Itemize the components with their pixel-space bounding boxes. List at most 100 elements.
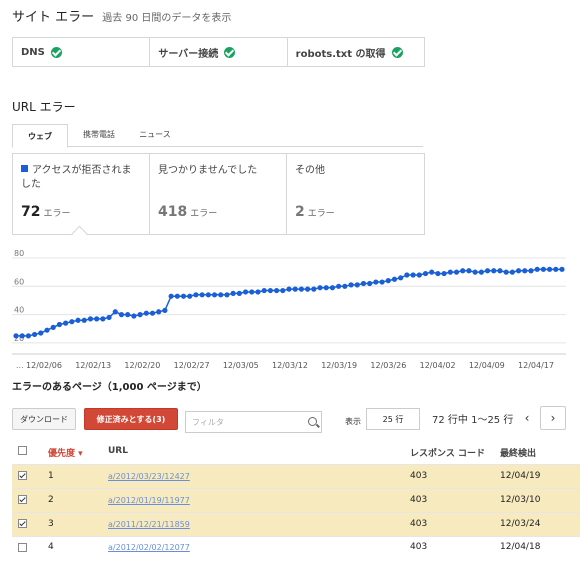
prev-page-button[interactable]: ‹	[514, 406, 540, 430]
priority-column-header[interactable]: 優先度 ▾	[48, 446, 83, 459]
row-checkbox[interactable]	[18, 495, 27, 504]
response-column-header[interactable]: レスポンス コード	[410, 446, 485, 459]
show-label: 表示	[345, 417, 361, 426]
data-point	[87, 316, 94, 322]
priority-cell: 2	[48, 495, 54, 505]
stat-access-denied[interactable]: アクセスが拒否されました 72 エラー	[13, 154, 150, 234]
url-link[interactable]: a/2012/02/02/12077	[108, 543, 190, 552]
data-point	[398, 275, 404, 281]
search-icon[interactable]	[308, 417, 317, 426]
data-point	[19, 333, 25, 339]
data-point	[75, 317, 81, 323]
data-point	[149, 310, 156, 316]
priority-cell: 4	[48, 542, 54, 552]
detected-column-header[interactable]: 最終検出	[500, 446, 536, 459]
chevron-left-icon: ‹	[524, 411, 530, 425]
data-point	[404, 272, 410, 278]
url-error-tabs: ウェブ 携帯電話 ニュース	[12, 124, 423, 148]
data-point	[286, 286, 292, 292]
data-point	[298, 286, 305, 292]
url-link[interactable]: a/2011/12/21/11859	[108, 520, 190, 529]
x-tick-label: 12/02/13	[75, 361, 111, 370]
data-point	[156, 309, 162, 315]
data-point	[354, 282, 360, 288]
tab-news[interactable]: ニュース	[128, 124, 182, 145]
data-point	[497, 268, 503, 274]
response-cell: 403	[410, 495, 428, 505]
x-tick-label: 12/03/12	[272, 361, 308, 370]
data-point	[38, 330, 44, 336]
data-point	[13, 333, 19, 339]
series-line	[16, 268, 562, 337]
data-point	[69, 319, 75, 325]
next-page-button[interactable]: ›	[540, 406, 566, 430]
url-link[interactable]: a/2012/03/23/12427	[108, 472, 190, 481]
data-point	[534, 266, 540, 272]
stat-count: 418	[158, 204, 188, 220]
site-error-label: サーバー接続	[158, 48, 219, 60]
site-error-server[interactable]: サーバー接続	[150, 38, 288, 66]
url-column-header[interactable]: URL	[108, 446, 128, 456]
data-point	[435, 270, 441, 277]
rows-per-page-select[interactable]: 25 行	[366, 408, 420, 430]
x-tick-ellipsis: ...	[16, 361, 24, 370]
data-point	[125, 312, 131, 318]
data-point	[56, 321, 63, 328]
row-checkbox[interactable]	[18, 519, 27, 528]
stat-other[interactable]: その他 2 エラー	[287, 154, 424, 234]
data-point	[81, 317, 87, 323]
data-point	[472, 269, 478, 275]
data-point	[379, 279, 385, 285]
y-tick-label: 60	[14, 277, 24, 286]
filter-input[interactable]: フィルタ	[185, 411, 322, 433]
url-link[interactable]: a/2012/01/19/11977	[108, 496, 190, 505]
data-point	[540, 266, 546, 272]
column-label: 優先度	[48, 449, 76, 459]
series-color-swatch	[21, 165, 28, 172]
stat-not-found[interactable]: 見つかりませんでした 418 エラー	[150, 154, 287, 234]
download-button[interactable]: ダウンロード	[12, 408, 76, 430]
url-errors-title: URL エラー	[12, 100, 76, 114]
stat-count: 72	[21, 204, 41, 220]
table-row[interactable]: 1 a/2012/03/23/12427 403 12/04/19	[12, 464, 580, 489]
data-point	[280, 287, 286, 294]
select-all-checkbox[interactable]	[18, 446, 27, 455]
data-point	[44, 327, 50, 333]
row-checkbox[interactable]	[18, 471, 27, 480]
data-point	[367, 280, 373, 287]
data-point	[373, 279, 379, 285]
data-point	[441, 270, 447, 277]
data-point	[131, 313, 137, 319]
data-point	[360, 280, 367, 287]
site-error-dns[interactable]: DNS	[13, 38, 151, 66]
data-point	[515, 268, 522, 274]
x-tick-label: 12/02/06	[26, 361, 62, 370]
stat-label: アクセスが拒否されました	[21, 165, 132, 190]
table-row[interactable]: 2 a/2012/01/19/11977 403 12/03/10	[12, 488, 580, 513]
data-point	[230, 290, 236, 296]
tab-web[interactable]: ウェブ	[12, 124, 68, 148]
y-tick-label: 40	[14, 306, 24, 315]
data-point	[422, 270, 429, 277]
x-tick-label: 12/04/17	[518, 361, 554, 370]
data-point	[118, 312, 125, 318]
table-row[interactable]: 3 a/2011/12/21/11859 403 12/03/24	[12, 512, 580, 537]
data-point	[63, 320, 69, 326]
data-point	[416, 272, 422, 278]
tab-mobile[interactable]: 携帯電話	[72, 124, 126, 145]
data-point	[478, 269, 484, 275]
x-tick-label: 12/03/19	[321, 361, 357, 370]
site-error-robots[interactable]: robots.txt の取得	[288, 38, 424, 66]
table-row[interactable]: 4 a/2012/02/02/12077 403 12/04/18	[12, 536, 580, 561]
mark-fixed-button[interactable]: 修正済みとする(3)	[84, 408, 178, 430]
data-point	[329, 285, 336, 291]
data-point	[553, 266, 559, 272]
data-point	[143, 310, 149, 316]
data-point	[168, 293, 174, 299]
row-checkbox[interactable]	[18, 543, 27, 552]
data-point	[385, 278, 391, 284]
check-icon	[391, 46, 403, 58]
stat-count: 2	[295, 204, 305, 220]
data-point	[267, 287, 273, 294]
x-tick-label: 12/03/26	[370, 361, 406, 370]
